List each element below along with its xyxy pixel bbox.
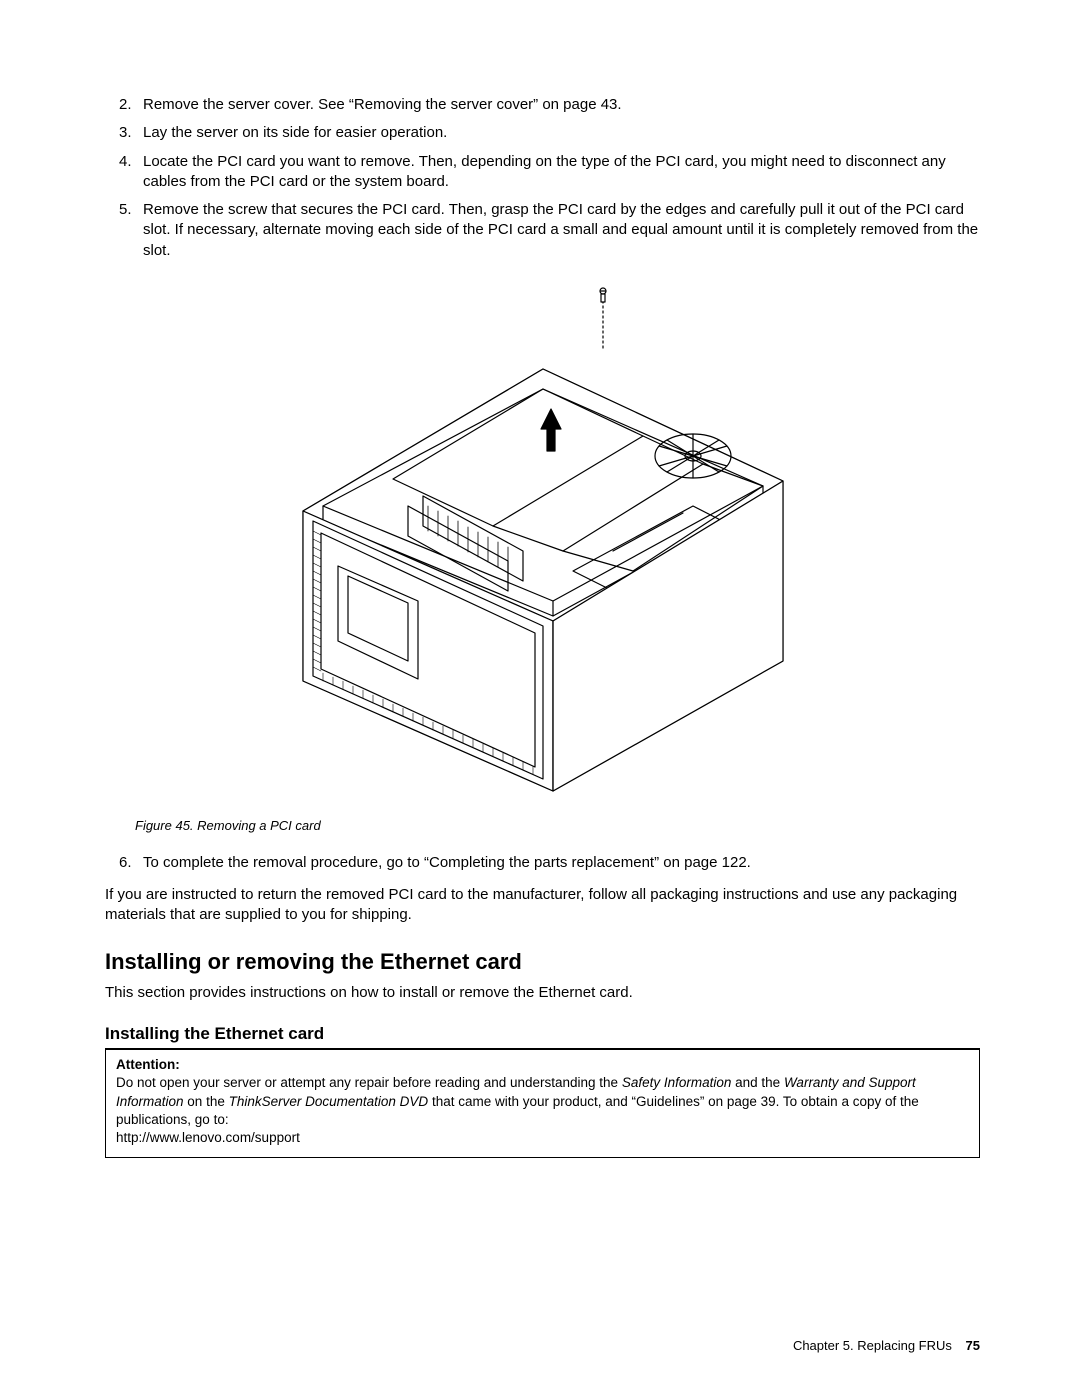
footer-page-number: 75 (966, 1338, 980, 1353)
figure-45 (105, 281, 980, 807)
step-text: Locate the PCI card you want to remove. … (143, 153, 946, 190)
subsection-heading-install-ethernet: Installing the Ethernet card (105, 1023, 980, 1049)
step-2: 2.Remove the server cover. See “Removing… (125, 95, 980, 115)
step-text: Remove the server cover. See “Removing t… (143, 96, 622, 113)
step-number: 6. (119, 853, 132, 873)
step-6: 6.To complete the removal procedure, go … (125, 853, 980, 873)
page-footer: Chapter 5. Replacing FRUs 75 (793, 1337, 980, 1355)
procedure-steps-part1: 2. Remove the server cover. See “Removing… (105, 95, 980, 261)
step-number: 5. (119, 200, 132, 220)
step-text: To complete the removal procedure, go to… (143, 854, 751, 871)
section-heading-ethernet: Installing or removing the Ethernet card (105, 947, 980, 977)
procedure-steps-part2: 6. To complete the removal procedure, go … (105, 853, 980, 873)
attention-text: Do not open your server or attempt any r… (116, 1075, 919, 1126)
figure-caption: Figure 45. Removing a PCI card (135, 817, 980, 835)
server-chassis-illustration (263, 281, 823, 801)
footer-chapter: Chapter 5. Replacing FRUs (793, 1338, 952, 1353)
attention-box: Attention: Do not open your server or at… (105, 1049, 980, 1158)
step-3: 3.Lay the server on its side for easier … (125, 123, 980, 143)
step-number: 4. (119, 152, 132, 172)
step-number: 3. (119, 123, 132, 143)
step-4: 4.Locate the PCI card you want to remove… (125, 152, 980, 193)
step-text: Lay the server on its side for easier op… (143, 124, 447, 141)
screw-icon (600, 288, 606, 351)
attention-label: Attention: (116, 1056, 969, 1074)
step-5: 5.Remove the screw that secures the PCI … (125, 200, 980, 261)
return-instructions: If you are instructed to return the remo… (105, 885, 980, 926)
section-description: This section provides instructions on ho… (105, 983, 980, 1003)
step-number: 2. (119, 95, 132, 115)
attention-url: http://www.lenovo.com/support (116, 1130, 300, 1145)
step-text: Remove the screw that secures the PCI ca… (143, 201, 978, 259)
